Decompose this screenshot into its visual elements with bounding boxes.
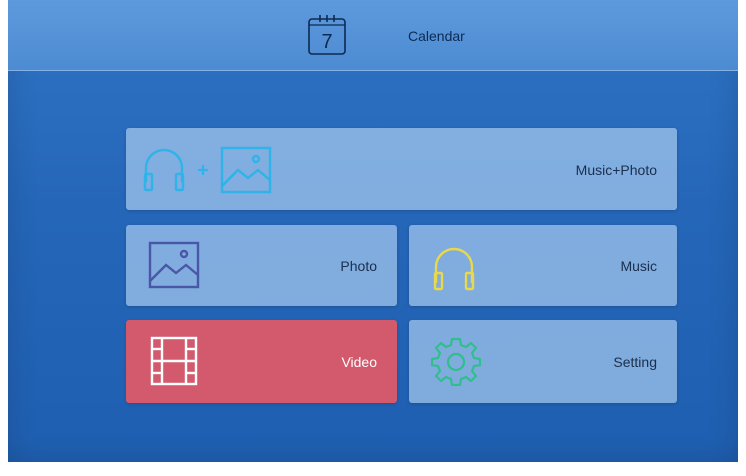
music-photo-tile[interactable]: Music+Photo [126, 128, 677, 210]
plus-icon [198, 165, 208, 175]
music-photo-icon-group [143, 146, 272, 194]
music-tile[interactable]: Music [409, 225, 677, 306]
video-label: Video [341, 354, 377, 370]
setting-tile[interactable]: Setting [409, 320, 677, 403]
video-tile[interactable]: Video [126, 320, 397, 403]
headphones-icon [433, 247, 475, 291]
photo-tile[interactable]: Photo [126, 225, 397, 306]
music-photo-label: Music+Photo [575, 162, 657, 178]
gear-icon [431, 337, 481, 386]
image-icon [148, 241, 200, 289]
calendar-icon: 7 [308, 15, 346, 55]
image-icon [220, 146, 272, 194]
music-label: Music [620, 258, 657, 274]
photo-label: Photo [340, 258, 377, 274]
header-title: Calendar [408, 28, 465, 44]
header-bar: 7 Calendar [8, 0, 738, 71]
screen: 7 Calendar Music+Photo Photo Music Video… [8, 0, 738, 462]
setting-label: Setting [613, 354, 657, 370]
calendar-day: 7 [321, 31, 332, 53]
film-icon [150, 336, 198, 386]
headphones-icon [143, 148, 185, 192]
